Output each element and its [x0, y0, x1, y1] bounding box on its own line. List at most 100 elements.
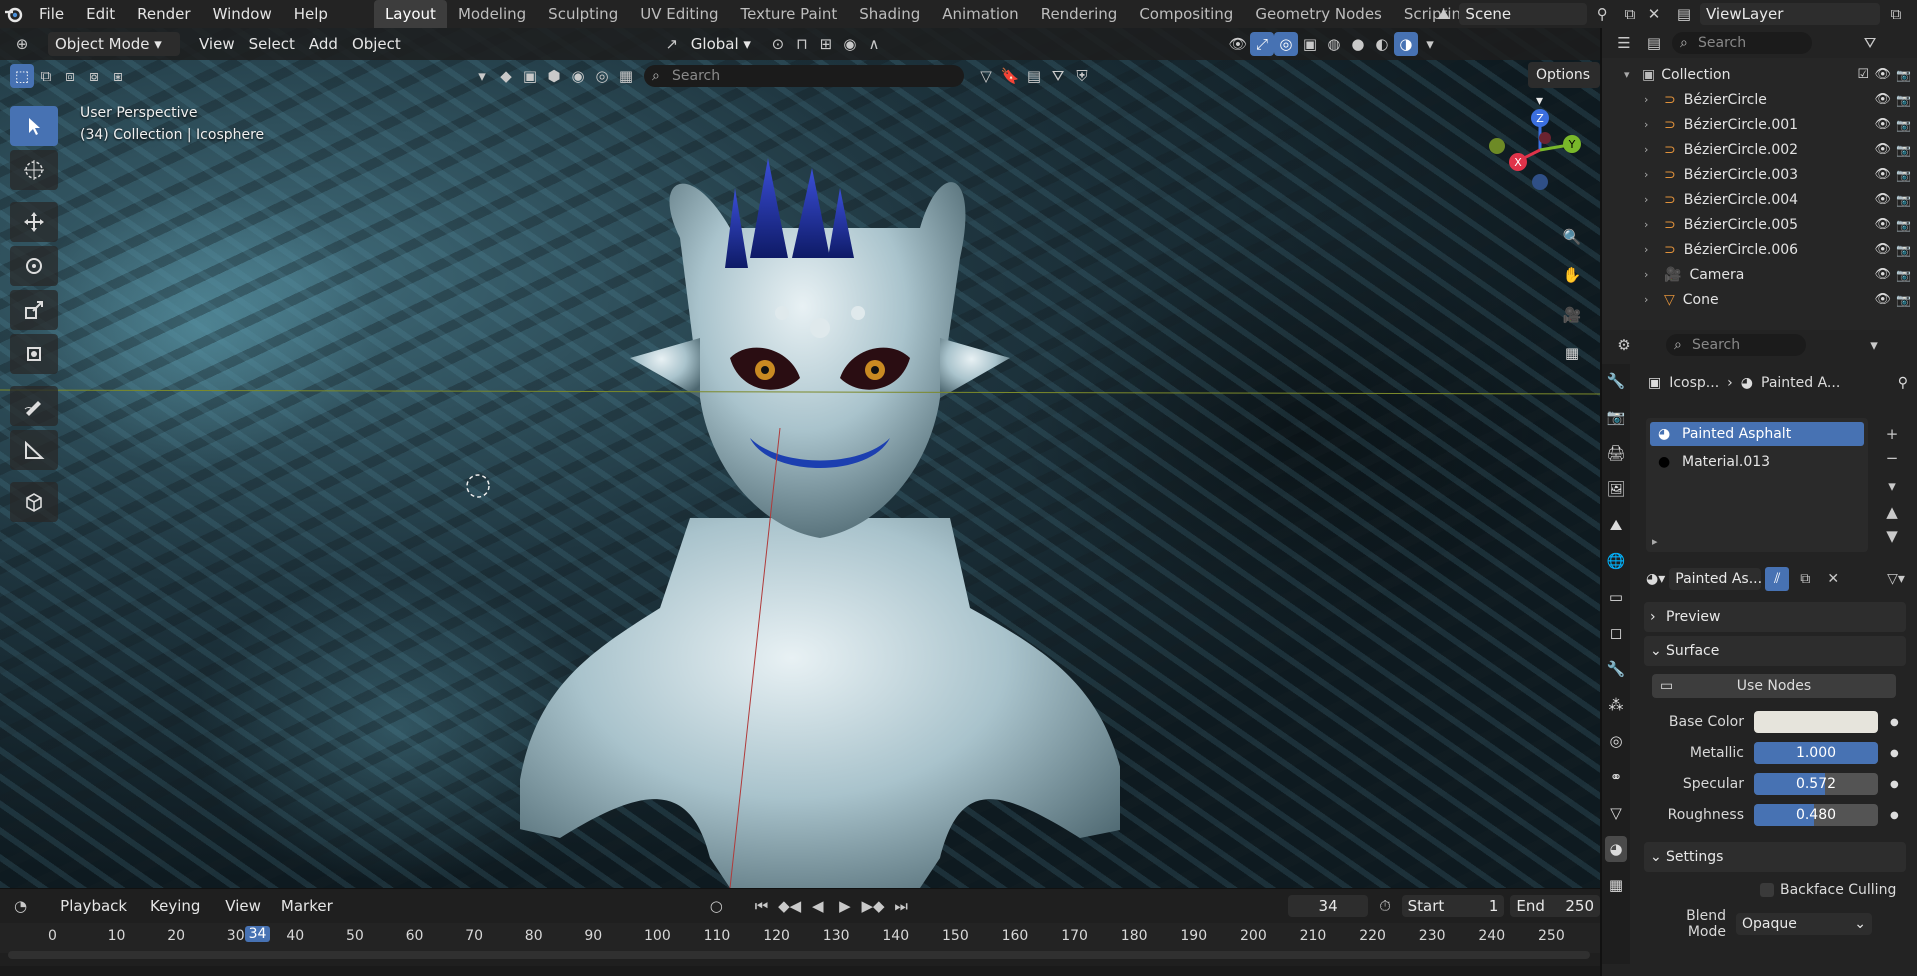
preview-panel-header[interactable]: › Preview [1644, 602, 1906, 632]
shield-icon[interactable]: ⛨ [1070, 64, 1094, 88]
properties-options-icon[interactable]: ▾ [1862, 333, 1886, 357]
link-type-icon[interactable]: ▽▾ [1884, 567, 1908, 591]
material-browse-icon[interactable]: ◕▾ [1646, 571, 1665, 587]
expand-arrow-icon[interactable]: › [1644, 168, 1656, 181]
select-extend-icon[interactable]: ⧉ [34, 64, 58, 88]
gizmo-toggle-icon[interactable]: ⤢ [1249, 32, 1274, 56]
solid-shading-icon[interactable]: ● [1346, 32, 1370, 56]
timeline-editor-icon[interactable]: ◔ [10, 894, 31, 918]
render-camera-icon[interactable]: 📷 [1896, 93, 1911, 107]
ortho-grid-icon[interactable]: ▦ [1557, 338, 1587, 368]
snap-icon[interactable]: ⊓ [790, 32, 814, 56]
outliner-item[interactable]: › ⊃ BézierCircle.004 👁 📷 [1602, 187, 1917, 212]
expand-arrow-icon[interactable]: › [1644, 193, 1656, 206]
new-viewlayer-icon[interactable]: ⧉ [1884, 2, 1908, 26]
tab-compositing[interactable]: Compositing [1128, 0, 1244, 28]
expand-arrow-icon[interactable]: ▸ [1652, 535, 1658, 548]
view-layer-tab-icon[interactable]: 🖼 [1605, 476, 1627, 502]
cursor-tool-icon[interactable] [10, 150, 58, 190]
annotate-tool-icon[interactable] [10, 386, 58, 426]
keyframe-dot-icon[interactable]: ● [1890, 717, 1899, 728]
play-reverse-icon[interactable]: ◀ [807, 894, 828, 918]
output-tab-icon[interactable]: 🖨 [1605, 440, 1627, 466]
surface-panel-header[interactable]: ⌄ Surface [1644, 636, 1906, 666]
pin-icon[interactable]: ⚲ [1591, 2, 1614, 26]
proportional-edit-icon[interactable]: ◉ [838, 32, 862, 56]
select-menu[interactable]: Select [242, 32, 302, 56]
expand-arrow-icon[interactable]: › [1644, 293, 1656, 306]
light-icon[interactable]: ◉ [566, 64, 590, 88]
xray-icon[interactable]: ▣ [1298, 32, 1322, 56]
select-invert-icon[interactable]: ⧇ [82, 64, 106, 88]
outliner-collection-row[interactable]: ▾ ▣ Collection ☑ 👁 📷 [1602, 62, 1917, 87]
exclude-checkbox[interactable]: ☑ [1857, 67, 1869, 82]
backface-culling-checkbox[interactable] [1760, 883, 1774, 897]
object-select-icon[interactable]: ▣ [518, 64, 542, 88]
viewport-search-input[interactable]: ⌕ Search [644, 65, 964, 87]
timeline-scrollbar[interactable] [8, 951, 1590, 959]
outliner-item[interactable]: › ⊃ BézierCircle.003 👁 📷 [1602, 162, 1917, 187]
mesh-icon[interactable]: ⬢ [542, 64, 566, 88]
base-color-swatch[interactable] [1754, 711, 1878, 733]
breadcrumb-material[interactable]: Painted A... [1761, 375, 1840, 391]
menu-help[interactable]: Help [283, 0, 339, 28]
unlink-material-icon[interactable]: ✕ [1821, 567, 1845, 591]
outliner-item[interactable]: › ⊃ BézierCircle.002 👁 📷 [1602, 137, 1917, 162]
scene-name-field[interactable]: Scene [1459, 3, 1587, 25]
outliner-item[interactable]: › ⊃ BézierCircle.001 👁 📷 [1602, 112, 1917, 137]
world-tab-icon[interactable]: 🌐 [1605, 548, 1627, 574]
expand-arrow-icon[interactable]: › [1644, 268, 1656, 281]
material-tab-icon[interactable]: ◕ [1605, 836, 1627, 862]
outliner-filter-icon[interactable]: ⛛ [1858, 31, 1882, 55]
move-tool-icon[interactable] [10, 202, 58, 242]
data-tab-icon[interactable]: ▽ [1605, 800, 1627, 826]
add-menu[interactable]: Add [302, 32, 345, 56]
3d-viewport[interactable]: ⊕ Object Mode ▾ View Select Add Object ↗… [0, 28, 1600, 888]
current-frame-indicator[interactable]: 34 [244, 926, 271, 942]
visibility-eye-icon[interactable]: 👁 [1874, 92, 1891, 107]
material-name-field[interactable]: Painted As... [1669, 568, 1762, 590]
snap-target-icon[interactable]: ⊞ [814, 32, 838, 56]
visibility-eye-icon[interactable]: 👁 [1874, 192, 1891, 207]
preview-range-icon[interactable]: ⏱ [1374, 894, 1395, 918]
world-icon[interactable]: ◎ [590, 64, 614, 88]
slot-menu-icon[interactable]: ▾ [1880, 474, 1904, 498]
duplicate-material-icon[interactable]: ⧉ [1793, 567, 1817, 591]
add-slot-icon[interactable]: + [1880, 422, 1904, 446]
falloff-icon[interactable]: ∧ [862, 32, 886, 56]
visibility-eye-icon[interactable]: 👁 [1874, 117, 1891, 132]
properties-search-input[interactable]: ⌕ Search [1666, 334, 1806, 356]
tab-geometry-nodes[interactable]: Geometry Nodes [1244, 0, 1393, 28]
viewlayer-name-field[interactable]: ViewLayer [1700, 3, 1880, 25]
rotate-tool-icon[interactable] [10, 246, 58, 286]
pin-icon[interactable]: ⚲ [1898, 375, 1908, 391]
render-camera-icon[interactable]: 📷 [1896, 268, 1911, 282]
select-tool-icon[interactable] [10, 106, 58, 146]
tab-uv-editing[interactable]: UV Editing [629, 0, 729, 28]
tab-texture-paint[interactable]: Texture Paint [729, 0, 848, 28]
filter-icon[interactable]: ▽ [974, 64, 998, 88]
select-subtract-icon[interactable]: ⧈ [58, 64, 82, 88]
jump-end-icon[interactable]: ⏭ [891, 894, 912, 918]
scene-tab-icon[interactable]: ⛰ [1605, 512, 1627, 538]
tab-animation[interactable]: Animation [931, 0, 1029, 28]
pan-hand-icon[interactable]: ✋ [1557, 260, 1587, 290]
expand-arrow-icon[interactable]: ▾ [1624, 68, 1636, 81]
start-frame-field[interactable]: Start 1 [1401, 895, 1505, 917]
marker-menu[interactable]: Marker [274, 894, 340, 918]
user-count-icon[interactable]: ⫽ [1765, 567, 1790, 591]
expand-arrow-icon[interactable]: › [1644, 118, 1656, 131]
expand-arrow-icon[interactable]: › [1644, 143, 1656, 156]
render-camera-icon[interactable]: 📷 [1896, 143, 1911, 157]
prev-keyframe-icon[interactable]: ◆◀ [778, 894, 801, 918]
settings-panel-header[interactable]: ⌄ Settings [1644, 842, 1906, 872]
remove-slot-icon[interactable]: − [1880, 446, 1904, 470]
zoom-icon[interactable]: 🔍 [1557, 222, 1587, 252]
render-camera-icon[interactable]: 📷 [1896, 293, 1911, 307]
object-tab-icon[interactable]: ◻ [1605, 620, 1627, 646]
render-camera-icon[interactable]: 📷 [1896, 168, 1911, 182]
outliner-item[interactable]: › ▽ Cone 👁 📷 [1602, 287, 1917, 312]
frame-ruler[interactable]: 0 10 20 30 40 50 60 70 80 90 100 110 120 130 140 150 160… [0, 923, 1600, 953]
keyframe-dot-icon[interactable]: ● [1890, 810, 1899, 821]
menu-edit[interactable]: Edit [75, 0, 126, 28]
